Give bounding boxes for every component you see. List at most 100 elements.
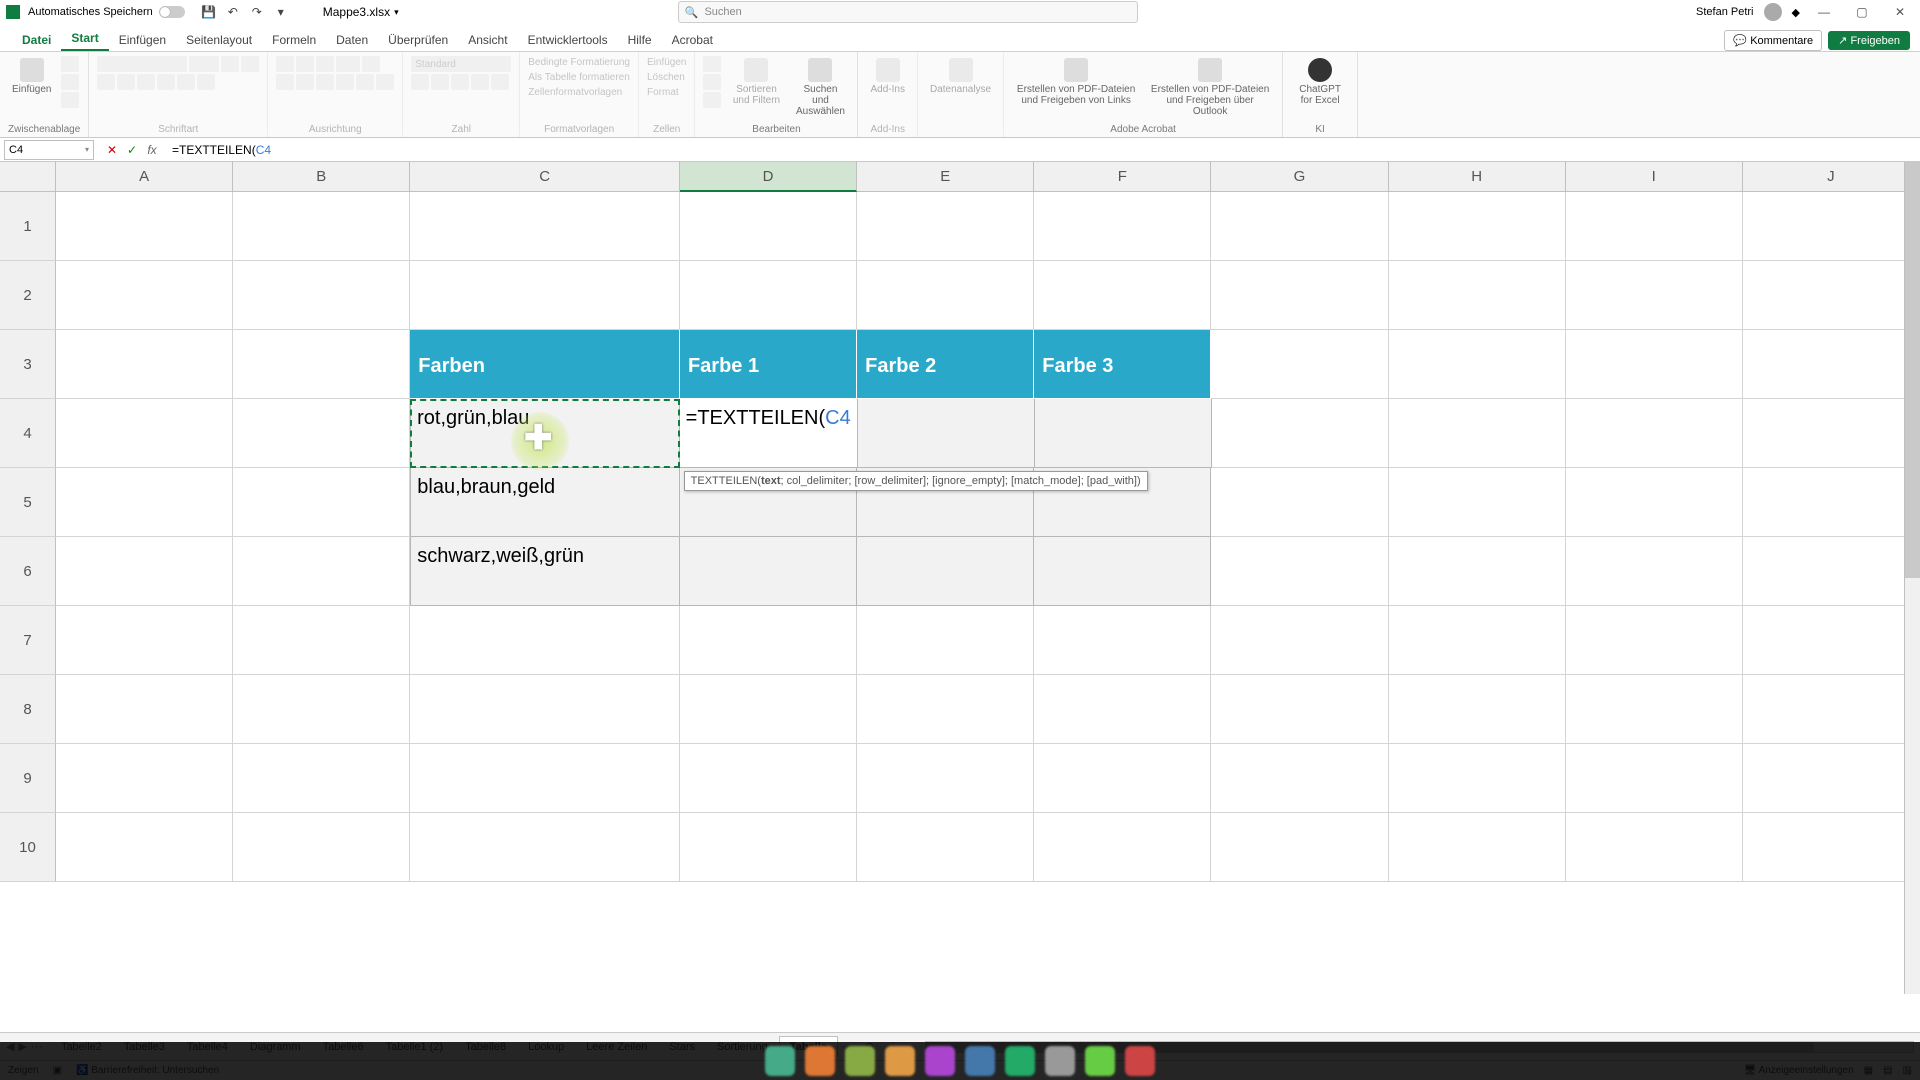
task-icon[interactable] [885,1046,915,1076]
number-format-select[interactable]: Standard [411,56,511,72]
format-cells-button[interactable]: Format [647,86,686,99]
row-header-6[interactable]: 6 [0,537,56,606]
indent-inc-icon[interactable] [356,74,374,90]
minimize-button[interactable]: — [1810,5,1838,19]
task-icon[interactable] [965,1046,995,1076]
tab-insert[interactable]: Einfügen [109,29,176,51]
col-header-g[interactable]: G [1211,162,1388,192]
col-header-d[interactable]: D [680,162,857,192]
table-header[interactable]: Farben [410,330,680,399]
currency-icon[interactable] [411,74,429,90]
search-box[interactable]: 🔍 Suchen [678,1,1138,23]
align-top-icon[interactable] [276,56,294,72]
fill-color-icon[interactable] [177,74,195,90]
wrap-icon[interactable] [362,56,380,72]
cell-styles-button[interactable]: Zellenformatvorlagen [528,86,630,99]
table-header[interactable]: Farbe 2 [857,330,1034,399]
bold-icon[interactable] [97,74,115,90]
task-icon[interactable] [1085,1046,1115,1076]
task-icon[interactable] [1125,1046,1155,1076]
grid[interactable]: A B C D E F G H I J 1 2 3 4 5 6 7 8 9 10… [0,162,1920,1032]
col-header-c[interactable]: C [410,162,680,192]
task-icon[interactable] [1005,1046,1035,1076]
addins-button[interactable]: Add-Ins [866,56,908,97]
task-icon[interactable] [845,1046,875,1076]
filename-dropdown-icon[interactable]: ▾ [394,7,399,18]
cells-area[interactable]: Farben Farbe 1 Farbe 2 Farbe 3 rot,grün,… [56,192,1920,1032]
align-mid-icon[interactable] [296,56,314,72]
vertical-scrollbar[interactable] [1904,162,1920,994]
autosave-toggle[interactable]: Automatisches Speichern [28,6,185,18]
dec-inc-icon[interactable] [471,74,489,90]
task-icon[interactable] [765,1046,795,1076]
row-header-4[interactable]: 4 [0,399,56,468]
table-cell[interactable]: schwarz,weiß,grün [410,537,680,606]
maximize-button[interactable]: ▢ [1848,5,1876,19]
table-cell[interactable] [1035,399,1212,468]
save-icon[interactable]: 💾 [201,4,217,20]
sort-filter-button[interactable]: Sortieren und Filtern [727,56,785,108]
cond-format-button[interactable]: Bedingte Formatierung [528,56,630,69]
formula-input[interactable]: =TEXTTEILEN(C4 [166,141,1920,159]
cell-d4-editing[interactable]: =TEXTTEILEN(C4 TEXTTEILEN(text; col_deli… [680,399,858,468]
comments-button[interactable]: 💬 Kommentare [1724,30,1822,51]
align-right-icon[interactable] [316,74,334,90]
col-header-a[interactable]: A [56,162,233,192]
tab-developer[interactable]: Entwicklertools [518,29,618,51]
shrink-font-icon[interactable] [241,56,259,72]
delete-cells-button[interactable]: Löschen [647,71,686,84]
insert-cells-button[interactable]: Einfügen [647,56,686,69]
qat-dropdown-icon[interactable]: ▾ [273,4,289,20]
grow-font-icon[interactable] [221,56,239,72]
row-header-5[interactable]: 5 [0,468,56,537]
avatar[interactable] [1764,3,1782,21]
font-name-input[interactable] [97,56,187,72]
row-header-9[interactable]: 9 [0,744,56,813]
fx-icon[interactable]: fx [144,143,160,157]
tab-review[interactable]: Überprüfen [378,29,458,51]
task-icon[interactable] [1045,1046,1075,1076]
font-size-input[interactable] [189,56,219,72]
cell-c4[interactable]: rot,grün,blau [410,399,680,468]
name-box[interactable]: C4 [4,140,94,160]
clear-icon[interactable] [703,92,721,108]
redo-icon[interactable]: ↷ [249,4,265,20]
row-header-1[interactable]: 1 [0,192,56,261]
diamond-icon[interactable]: ◆ [1792,6,1800,19]
italic-icon[interactable] [117,74,135,90]
format-painter-icon[interactable] [61,92,79,108]
find-select-button[interactable]: Suchen und Auswählen [791,56,849,119]
acro-outlook-button[interactable]: Erstellen von PDF-Dateien und Freigeben … [1146,56,1274,119]
filename[interactable]: Mappe3.xlsx [323,5,390,19]
dec-dec-icon[interactable] [491,74,509,90]
merge-icon[interactable] [376,74,394,90]
share-button[interactable]: ↗ Freigeben [1828,31,1910,50]
task-icon[interactable] [805,1046,835,1076]
font-color-icon[interactable] [197,74,215,90]
align-center-icon[interactable] [296,74,314,90]
autosum-icon[interactable] [703,56,721,72]
function-tooltip[interactable]: TEXTTEILEN(text; col_delimiter; [row_del… [684,471,1148,491]
fill-icon[interactable] [703,74,721,90]
row-header-7[interactable]: 7 [0,606,56,675]
table-cell[interactable] [858,399,1035,468]
tab-formulas[interactable]: Formeln [262,29,326,51]
orientation-icon[interactable] [336,56,360,72]
align-left-icon[interactable] [276,74,294,90]
col-header-e[interactable]: E [857,162,1034,192]
col-header-j[interactable]: J [1743,162,1920,192]
table-header[interactable]: Farbe 1 [680,330,857,399]
comma-icon[interactable] [451,74,469,90]
row-header-8[interactable]: 8 [0,675,56,744]
table-header[interactable]: Farbe 3 [1034,330,1211,399]
table-cell[interactable] [1034,537,1211,606]
col-header-i[interactable]: I [1566,162,1743,192]
scroll-thumb[interactable] [1905,162,1920,578]
col-header-h[interactable]: H [1389,162,1566,192]
tab-help[interactable]: Hilfe [618,29,662,51]
cancel-icon[interactable]: ✕ [104,143,120,157]
user-name[interactable]: Stefan Petri [1696,6,1753,18]
tab-start[interactable]: Start [61,27,108,51]
cut-icon[interactable] [61,56,79,72]
indent-dec-icon[interactable] [336,74,354,90]
